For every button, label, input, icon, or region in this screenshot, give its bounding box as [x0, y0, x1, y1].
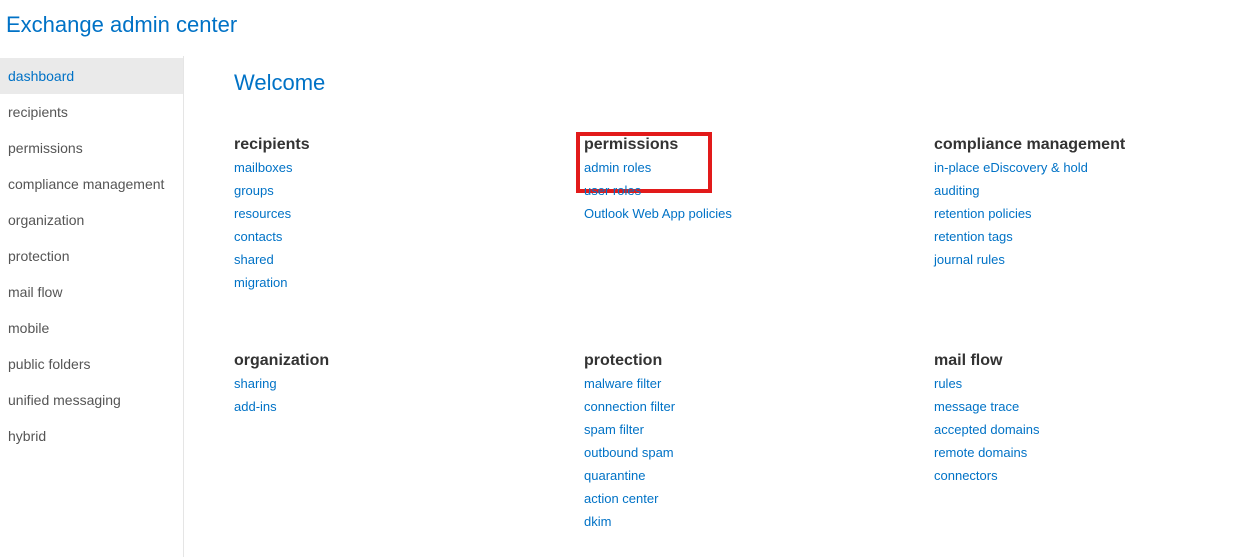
card-title: compliance management — [934, 136, 1253, 154]
layout: dashboardrecipientspermissionscompliance… — [0, 56, 1253, 557]
card-link[interactable]: auditing — [934, 183, 1253, 198]
card-link[interactable]: shared — [234, 252, 584, 267]
card-link[interactable]: resources — [234, 206, 584, 221]
card-link[interactable]: sharing — [234, 376, 584, 391]
card-compliance-management: compliance management in-place eDiscovery… — [934, 136, 1253, 298]
sidebar-item-protection[interactable]: protection — [0, 238, 183, 274]
card-link[interactable]: malware filter — [584, 376, 934, 391]
card-organization: organization sharing add-ins — [234, 352, 584, 537]
card-link[interactable]: remote domains — [934, 445, 1253, 460]
card-protection: protection malware filter connection filte… — [584, 352, 934, 537]
sidebar-item-mail-flow[interactable]: mail flow — [0, 274, 183, 310]
sidebar-item-hybrid[interactable]: hybrid — [0, 418, 183, 454]
header: Exchange admin center — [0, 0, 1253, 56]
card-link[interactable]: journal rules — [934, 252, 1253, 267]
sidebar-item-organization[interactable]: organization — [0, 202, 183, 238]
card-link[interactable]: migration — [234, 275, 584, 290]
card-link[interactable]: in-place eDiscovery & hold — [934, 160, 1253, 175]
sidebar-item-mobile[interactable]: mobile — [0, 310, 183, 346]
welcome-heading: Welcome — [234, 70, 1253, 96]
card-link[interactable]: user roles — [584, 183, 934, 198]
card-recipients: recipients mailboxes groups resources contac… — [234, 136, 584, 298]
sidebar-item-permissions[interactable]: permissions — [0, 130, 183, 166]
sidebar-item-dashboard[interactable]: dashboard — [0, 58, 183, 94]
card-link[interactable]: message trace — [934, 399, 1253, 414]
card-link[interactable]: contacts — [234, 229, 584, 244]
sidebar: dashboardrecipientspermissionscompliance… — [0, 56, 184, 557]
app-title: Exchange admin center — [6, 12, 237, 37]
card-title: recipients — [234, 136, 584, 154]
card-title: protection — [584, 352, 934, 370]
card-title: permissions — [584, 136, 678, 154]
card-link[interactable]: groups — [234, 183, 584, 198]
card-link[interactable]: spam filter — [584, 422, 934, 437]
card-title: organization — [234, 352, 584, 370]
main: Welcome recipients mailboxes groups resourc… — [184, 56, 1253, 557]
card-link[interactable]: rules — [934, 376, 1253, 391]
card-link[interactable]: retention tags — [934, 229, 1253, 244]
card-link[interactable]: accepted domains — [934, 422, 1253, 437]
sidebar-item-recipients[interactable]: recipients — [0, 94, 183, 130]
sidebar-item-unified-messaging[interactable]: unified messaging — [0, 382, 183, 418]
dashboard-grid: recipients mailboxes groups resources contac… — [234, 136, 1253, 537]
card-link[interactable]: action center — [584, 491, 934, 506]
card-link[interactable]: mailboxes — [234, 160, 584, 175]
card-link[interactable]: outbound spam — [584, 445, 934, 460]
card-link[interactable]: admin roles — [584, 160, 678, 175]
sidebar-item-public-folders[interactable]: public folders — [0, 346, 183, 382]
card-link[interactable]: retention policies — [934, 206, 1253, 221]
card-mail-flow: mail flow rules message trace accepted doma… — [934, 352, 1253, 537]
card-link[interactable]: connection filter — [584, 399, 934, 414]
card-link[interactable]: add-ins — [234, 399, 584, 414]
card-title: mail flow — [934, 352, 1253, 370]
card-link[interactable]: connectors — [934, 468, 1253, 483]
sidebar-item-compliance-management[interactable]: compliance management — [0, 166, 183, 202]
card-link[interactable]: quarantine — [584, 468, 934, 483]
card-link[interactable]: Outlook Web App policies — [584, 206, 934, 221]
card-permissions: permissions admin roles user roles Outlook … — [584, 136, 934, 298]
